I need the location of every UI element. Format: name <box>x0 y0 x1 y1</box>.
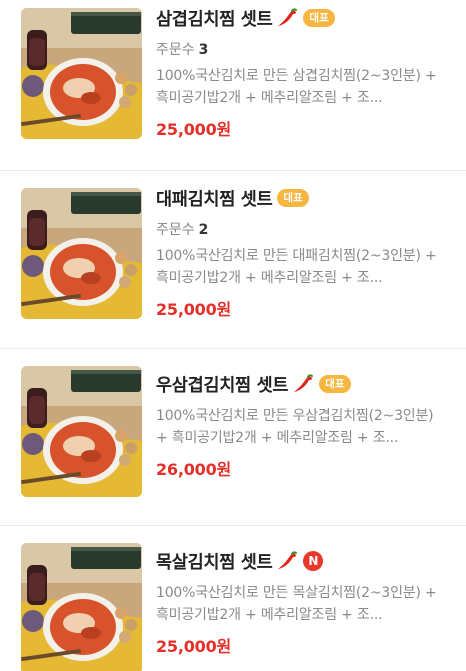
menu-item-photo <box>21 366 142 497</box>
order-count: 주문수 2 <box>156 222 209 238</box>
menu-item[interactable]: 목살김치찜 셋트 N 100%국산김치로 만든 목살김치찜(2~3인분) + 흑… <box>0 525 466 671</box>
menu-item-photo <box>21 543 142 671</box>
menu-item-title: 목살김치찜 셋트 <box>156 552 273 573</box>
menu-item-photo <box>21 8 142 139</box>
menu-list: 삼겹김치찜 셋트 대표 주문수 3 100%국산김치로 만든 삼겹김치찜(2~3인… <box>0 0 466 671</box>
menu-item-description: 100%국산김치로 만든 목살김치찜(2~3인분) + 흑미공기밥2개 + 메추… <box>156 585 437 623</box>
menu-item-photo <box>21 188 142 319</box>
representative-badge: 대표 <box>319 375 351 393</box>
menu-item-price: 26,000원 <box>156 460 232 479</box>
menu-item-price: 25,000원 <box>156 637 232 656</box>
menu-item-text: 우삼겹김치찜 셋트 대표 100%국산김치로 만든 우삼겹김치찜(2~3인분) … <box>156 370 440 480</box>
title-row: 우삼겹김치찜 셋트 대표 <box>156 370 440 398</box>
menu-item-description: 100%국산김치로 만든 삼겹김치찜(2~3인분) + 흑미공기밥2개 + 메추… <box>156 68 437 106</box>
menu-item-title: 우삼겹김치찜 셋트 <box>156 375 289 396</box>
menu-item[interactable]: 우삼겹김치찜 셋트 대표 100%국산김치로 만든 우삼겹김치찜(2~3인분) … <box>0 348 466 521</box>
menu-item-title: 삼겹김치찜 셋트 <box>156 9 273 30</box>
title-row: 삼겹김치찜 셋트 대표 <box>156 4 440 32</box>
representative-badge: 대표 <box>303 9 335 27</box>
menu-item-text: 목살김치찜 셋트 N 100%국산김치로 만든 목살김치찜(2~3인분) + 흑… <box>156 547 440 657</box>
menu-item-description: 100%국산김치로 만든 대패김치찜(2~3인분) + 흑미공기밥2개 + 메추… <box>156 248 437 286</box>
menu-item-title: 대패김치찜 셋트 <box>156 189 273 210</box>
chili-pepper-icon <box>292 374 314 394</box>
chili-pepper-icon <box>276 551 298 571</box>
menu-item[interactable]: 대패김치찜 셋트 대표 주문수 2 100%국산김치로 만든 대패김치찜(2~3인… <box>0 170 466 343</box>
chili-pepper-icon <box>276 8 298 28</box>
menu-item[interactable]: 삼겹김치찜 셋트 대표 주문수 3 100%국산김치로 만든 삼겹김치찜(2~3인… <box>0 0 466 163</box>
order-count: 주문수 3 <box>156 42 209 58</box>
menu-item-price: 25,000원 <box>156 120 232 139</box>
menu-item-description: 100%국산김치로 만든 우삼겹김치찜(2~3인분) + 흑미공기밥2개 + 메… <box>156 408 434 446</box>
title-row: 대패김치찜 셋트 대표 <box>156 184 440 212</box>
new-badge: N <box>303 551 324 571</box>
menu-item-price: 25,000원 <box>156 300 232 319</box>
title-row: 목살김치찜 셋트 N <box>156 547 440 575</box>
menu-item-text: 대패김치찜 셋트 대표 주문수 2 100%국산김치로 만든 대패김치찜(2~3인… <box>156 184 440 320</box>
representative-badge: 대표 <box>277 189 309 207</box>
menu-item-text: 삼겹김치찜 셋트 대표 주문수 3 100%국산김치로 만든 삼겹김치찜(2~3인… <box>156 4 440 140</box>
